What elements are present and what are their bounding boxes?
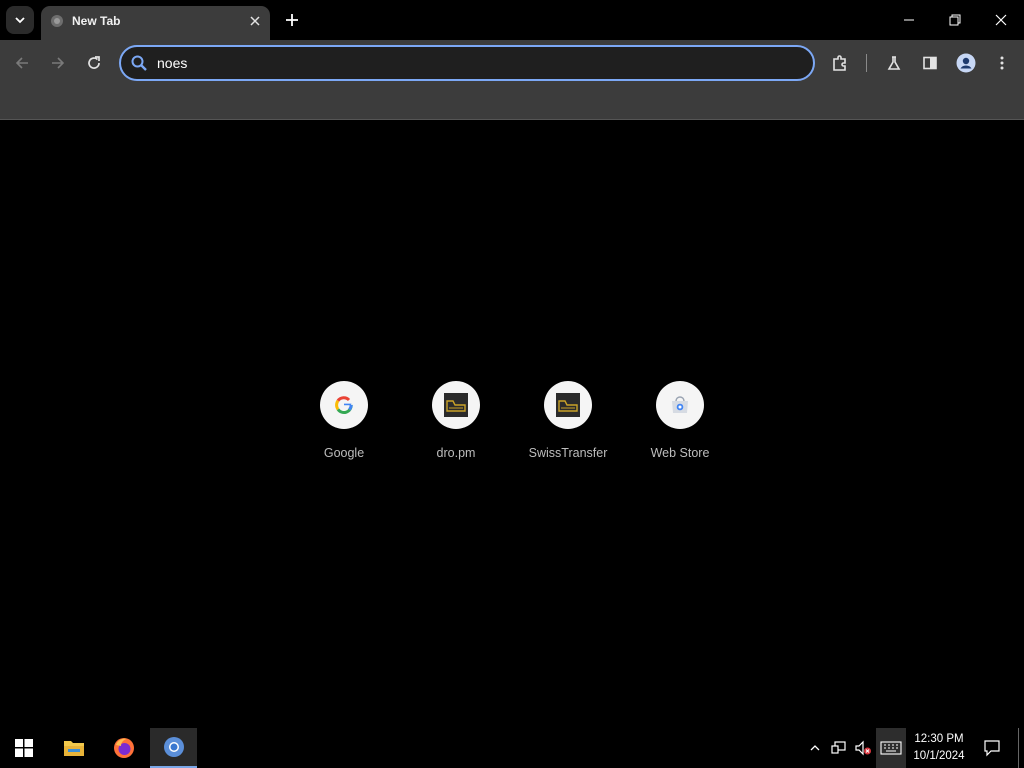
puzzle-piece-icon (833, 55, 846, 71)
reload-button[interactable] (82, 51, 106, 75)
side-panel-icon (923, 56, 937, 70)
profile-button[interactable] (954, 51, 978, 75)
chevron-down-icon (15, 17, 25, 24)
close-window-button[interactable] (978, 0, 1024, 40)
firefox-icon (114, 738, 134, 758)
minimize-button[interactable] (886, 0, 932, 40)
address-bar[interactable]: noes (119, 45, 815, 81)
shortcut-web-store[interactable]: Web Store (624, 381, 736, 471)
taskbar-firefox[interactable] (100, 728, 148, 768)
swisstransfer-site-icon (556, 393, 580, 417)
more-vertical-icon (1000, 56, 1004, 70)
network-icon (831, 741, 846, 754)
toolbar-divider (866, 54, 867, 72)
touch-keyboard-button[interactable] (876, 728, 906, 768)
tab-title: New Tab (72, 14, 121, 28)
chrome-icon (163, 737, 184, 757)
arrow-right-icon (52, 57, 65, 69)
network-tray-button[interactable] (828, 728, 850, 768)
shortcut-swisstransfer[interactable]: SwissTransfer (512, 381, 624, 471)
close-icon (250, 16, 260, 26)
shortcut-icon-container (432, 381, 480, 429)
plus-icon (286, 14, 298, 26)
volume-tray-button[interactable] (852, 728, 874, 768)
windows-taskbar: 12:30 PM 10/1/2024 (0, 728, 1024, 768)
speaker-muted-icon (855, 740, 871, 756)
show-desktop-button[interactable] (1018, 728, 1024, 768)
title-bar: New Tab (0, 0, 1024, 40)
taskbar-file-explorer[interactable] (50, 728, 98, 768)
shortcut-icon-container (656, 381, 704, 429)
new-tab-button[interactable] (280, 8, 304, 32)
notification-icon (984, 740, 1000, 757)
avatar-icon (956, 53, 976, 73)
flask-icon (887, 56, 901, 70)
close-icon (995, 14, 1007, 26)
minimize-icon (904, 19, 914, 21)
tab-close-button[interactable] (247, 13, 263, 29)
google-g-icon (335, 396, 353, 414)
show-hidden-icons-button[interactable] (806, 728, 824, 768)
shortcut-google[interactable]: Google (288, 381, 400, 471)
windows-start-icon (15, 739, 33, 757)
shortcut-label: Web Store (650, 446, 710, 460)
reload-icon (88, 56, 100, 69)
shortcut-label: SwissTransfer (528, 446, 608, 460)
keyboard-icon (880, 741, 902, 755)
globe-icon (51, 15, 63, 27)
side-panel-button[interactable] (918, 51, 942, 75)
bookmarks-bar (0, 86, 1024, 120)
clock-time: 12:30 PM (914, 733, 964, 745)
forward-button[interactable] (46, 51, 70, 75)
arrow-left-icon (15, 57, 28, 69)
dro-pm-site-icon (444, 393, 468, 417)
shortcut-dro-pm[interactable]: dro.pm (400, 381, 512, 471)
chevron-up-icon (810, 745, 820, 751)
shortcut-label: Google (323, 446, 365, 460)
address-bar-text[interactable]: noes (157, 55, 187, 71)
taskbar-clock[interactable]: 12:30 PM 10/1/2024 (908, 731, 970, 765)
search-icon (131, 55, 147, 71)
chrome-web-store-icon (672, 396, 688, 413)
browser-toolbar: noes (0, 40, 1024, 86)
notifications-button[interactable] (978, 728, 1006, 768)
labs-button[interactable] (882, 51, 906, 75)
shortcut-icon-container (544, 381, 592, 429)
shortcut-icon-container (320, 381, 368, 429)
file-explorer-icon (64, 741, 84, 756)
taskbar-chrome[interactable] (150, 728, 197, 768)
back-button[interactable] (10, 51, 34, 75)
new-tab-page: Google dro.pm SwissTransfer Web Store (0, 121, 1024, 728)
menu-button[interactable] (990, 51, 1014, 75)
start-button[interactable] (0, 728, 48, 768)
extensions-button[interactable] (828, 51, 852, 75)
tab-search-button[interactable] (6, 6, 34, 34)
restore-icon (949, 14, 961, 26)
clock-date: 10/1/2024 (913, 750, 965, 762)
tab-new-tab[interactable]: New Tab (41, 6, 270, 40)
restore-button[interactable] (932, 0, 978, 40)
shortcut-label: dro.pm (436, 446, 476, 460)
